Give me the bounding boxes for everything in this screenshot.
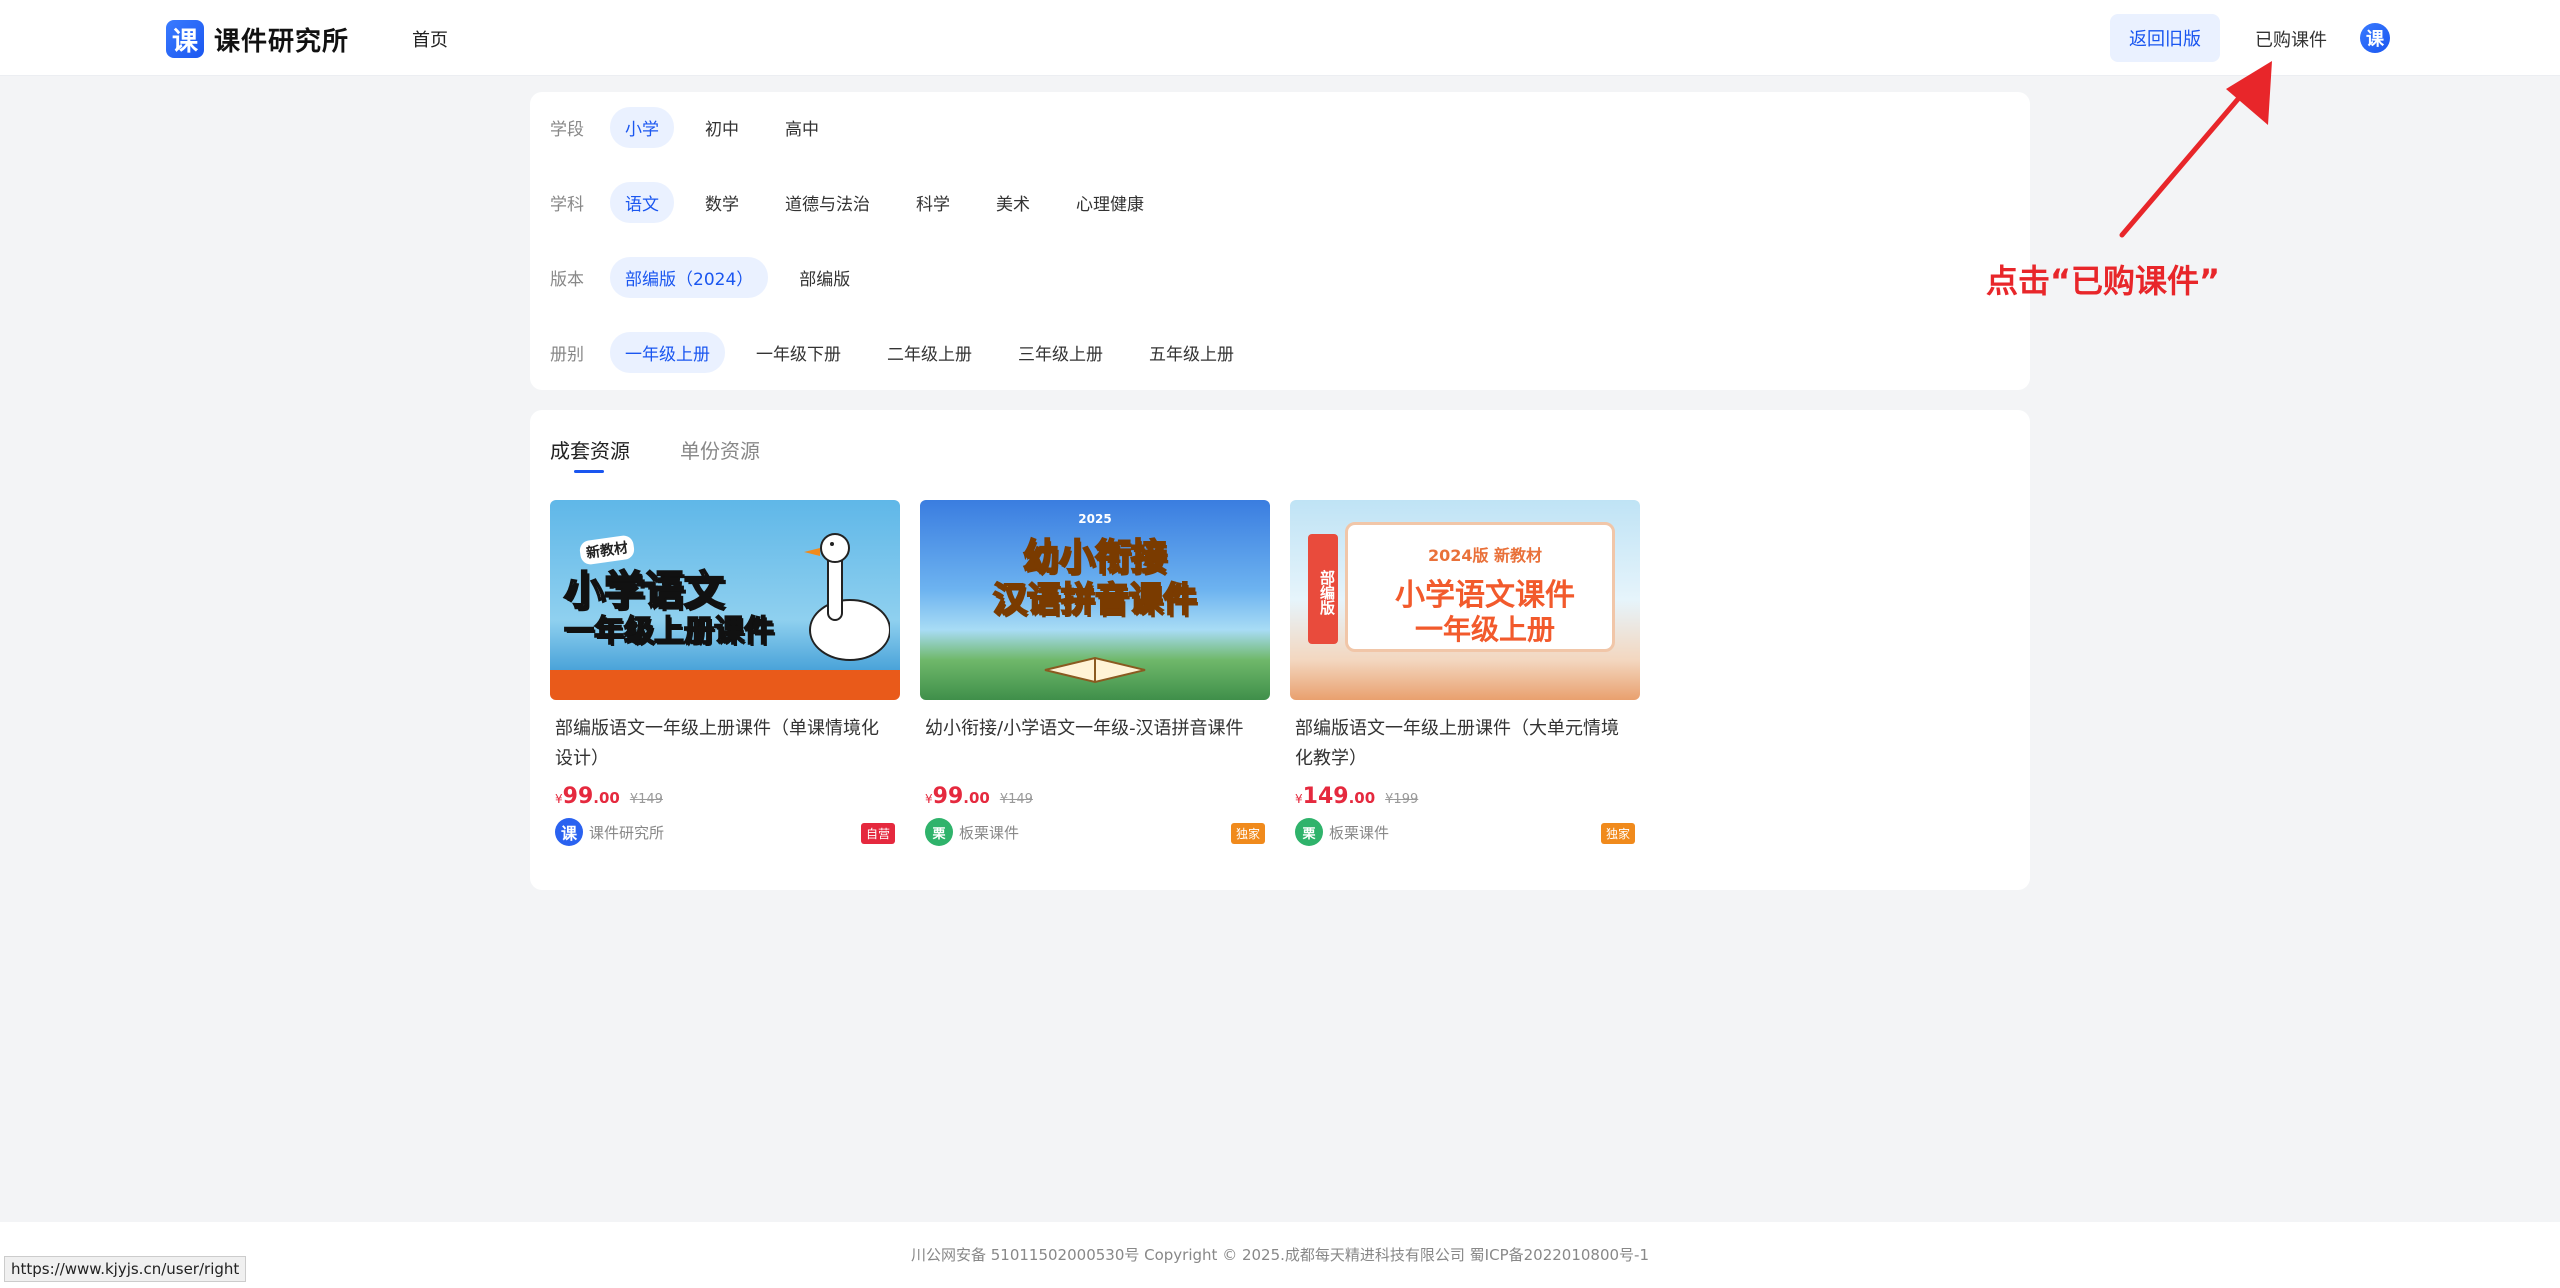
price-row: ¥ 99 .00 ¥149 — [920, 784, 1270, 809]
price-symbol: ¥ — [555, 792, 563, 806]
filter-option-science[interactable]: 科学 — [901, 182, 965, 223]
filter-option-mental-health[interactable]: 心理健康 — [1061, 182, 1159, 223]
filter-label-edition: 版本 — [550, 269, 584, 290]
vendor-row: 栗 板栗课件 独家 — [920, 817, 1270, 847]
book-illustration — [1044, 656, 1146, 684]
price-decimal: .00 — [1348, 789, 1376, 807]
self-operated-badge: 自营 — [860, 823, 895, 844]
logo-icon: 课 — [166, 20, 204, 58]
purchased-courseware-link[interactable]: 已购课件 — [2255, 26, 2327, 52]
filter-option-grade2-vol1[interactable]: 二年级上册 — [872, 332, 987, 373]
filter-option-primary[interactable]: 小学 — [610, 106, 674, 148]
filter-row-edition: 版本 部编版（2024） 部编版 — [550, 256, 881, 298]
course-title[interactable]: 部编版语文一年级上册课件（大单元情境化教学） — [1290, 714, 1640, 774]
vendor-avatar: 课 — [555, 818, 583, 846]
price-value: 99 — [932, 784, 964, 809]
thumb-tag: 2024版 新教材 — [1427, 546, 1543, 565]
thumb-line2: 一年级上册 — [1414, 613, 1555, 646]
filter-option-senior[interactable]: 高中 — [770, 107, 834, 148]
site-logo[interactable]: 课 课件研究所 — [166, 20, 349, 58]
filter-row-subject: 学科 语文 数学 道德与法治 科学 美术 心理健康 — [550, 181, 1175, 223]
filter-option-grade5-vol1[interactable]: 五年级上册 — [1134, 332, 1249, 373]
exclusive-badge: 独家 — [1230, 823, 1265, 844]
filter-option-junior[interactable]: 初中 — [690, 107, 754, 148]
exclusive-badge: 独家 — [1600, 823, 1635, 844]
logo-text: 课件研究所 — [214, 26, 350, 57]
filter-option-art[interactable]: 美术 — [981, 182, 1045, 223]
goose-illustration — [804, 533, 890, 661]
user-avatar[interactable]: 课 — [2360, 23, 2390, 53]
filter-option-edition-2024[interactable]: 部编版（2024） — [610, 256, 769, 298]
price-value: 149 — [1302, 784, 1349, 809]
course-card[interactable]: 2025 幼小衔接 汉语拼音课件 幼小衔接/小学语文一年级-汉语拼音课件 ¥ 9… — [920, 500, 1270, 847]
original-price: ¥149 — [999, 792, 1033, 807]
filter-row-stage: 学段 小学 初中 高中 — [550, 106, 850, 148]
tab-set-resources[interactable]: 成套资源 — [550, 435, 630, 464]
vendor-row: 课 课件研究所 自营 — [550, 817, 900, 847]
filter-option-math[interactable]: 数学 — [690, 182, 754, 223]
course-thumbnail[interactable]: 部编版 2024版 新教材 小学语文课件 一年级上册 — [1290, 500, 1640, 700]
vendor-name[interactable]: 课件研究所 — [589, 822, 664, 843]
active-tab-indicator — [574, 470, 604, 473]
filter-label-stage: 学段 — [550, 119, 584, 140]
price-value: 99 — [562, 784, 594, 809]
filter-option-grade3-vol1[interactable]: 三年级上册 — [1003, 332, 1118, 373]
course-thumbnail[interactable]: 新教材 小学语文 一年级上册课件 — [550, 500, 900, 700]
status-bar-url: https://www.kjyjs.cn/user/right — [4, 1256, 247, 1282]
filter-option-chinese[interactable]: 语文 — [610, 181, 674, 223]
vendor-row: 栗 板栗课件 独家 — [1290, 817, 1640, 847]
vendor-name[interactable]: 板栗课件 — [959, 822, 1019, 843]
filter-option-grade1-vol2[interactable]: 一年级下册 — [741, 332, 856, 373]
vendor-avatar: 栗 — [1295, 818, 1323, 846]
course-title[interactable]: 部编版语文一年级上册课件（单课情境化设计） — [550, 714, 900, 774]
footer: 川公网安备 51011502000530号 Copyright © 2025.成… — [0, 1222, 2560, 1288]
filter-option-grade1-vol1[interactable]: 一年级上册 — [610, 331, 725, 373]
thumb-tag: 2025 — [1078, 512, 1112, 526]
filter-panel: 学段 小学 初中 高中 学科 语文 数学 道德与法治 科学 美术 心理健康 版本… — [530, 92, 2030, 390]
course-card[interactable]: 新教材 小学语文 一年级上册课件 部编版语文一年级上册课件（单课情境化设计） ¥… — [550, 500, 900, 847]
footer-text: 川公网安备 51011502000530号 Copyright © 2025.成… — [910, 1246, 1650, 1264]
vendor-name[interactable]: 板栗课件 — [1329, 822, 1389, 843]
filter-label-volume: 册别 — [550, 344, 584, 365]
price-row: ¥ 149 .00 ¥199 — [1290, 784, 1640, 809]
price-decimal: .00 — [593, 789, 620, 807]
original-price: ¥149 — [629, 792, 663, 807]
filter-label-subject: 学科 — [550, 194, 584, 215]
original-price: ¥199 — [1385, 792, 1419, 807]
price-symbol: ¥ — [1295, 792, 1303, 806]
annotation-arrow-icon — [2119, 61, 2272, 238]
filter-option-morality-law[interactable]: 道德与法治 — [770, 182, 885, 223]
nav-home-link[interactable]: 首页 — [412, 26, 448, 52]
price-decimal: .00 — [963, 789, 990, 807]
course-thumbnail[interactable]: 2025 幼小衔接 汉语拼音课件 — [920, 500, 1270, 700]
resource-panel: 成套资源 单份资源 新教材 小学语文 一年级上册课件 部编版语文一年级上册课件（… — [530, 410, 2030, 890]
price-symbol: ¥ — [925, 792, 933, 806]
filter-row-volume: 册别 一年级上册 一年级下册 二年级上册 三年级上册 五年级上册 — [550, 331, 1265, 373]
annotation-text: 点击“已购课件” — [1986, 262, 2221, 300]
course-title[interactable]: 幼小衔接/小学语文一年级-汉语拼音课件 — [920, 714, 1270, 774]
course-card[interactable]: 部编版 2024版 新教材 小学语文课件 一年级上册 部编版语文一年级上册课件（… — [1290, 500, 1640, 847]
price-row: ¥ 99 .00 ¥149 — [550, 784, 900, 809]
tab-single-resources[interactable]: 单份资源 — [680, 435, 760, 464]
vendor-avatar: 栗 — [925, 818, 953, 846]
thumb-line2: 汉语拼音课件 — [992, 579, 1198, 621]
filter-option-edition[interactable]: 部编版 — [784, 257, 865, 298]
